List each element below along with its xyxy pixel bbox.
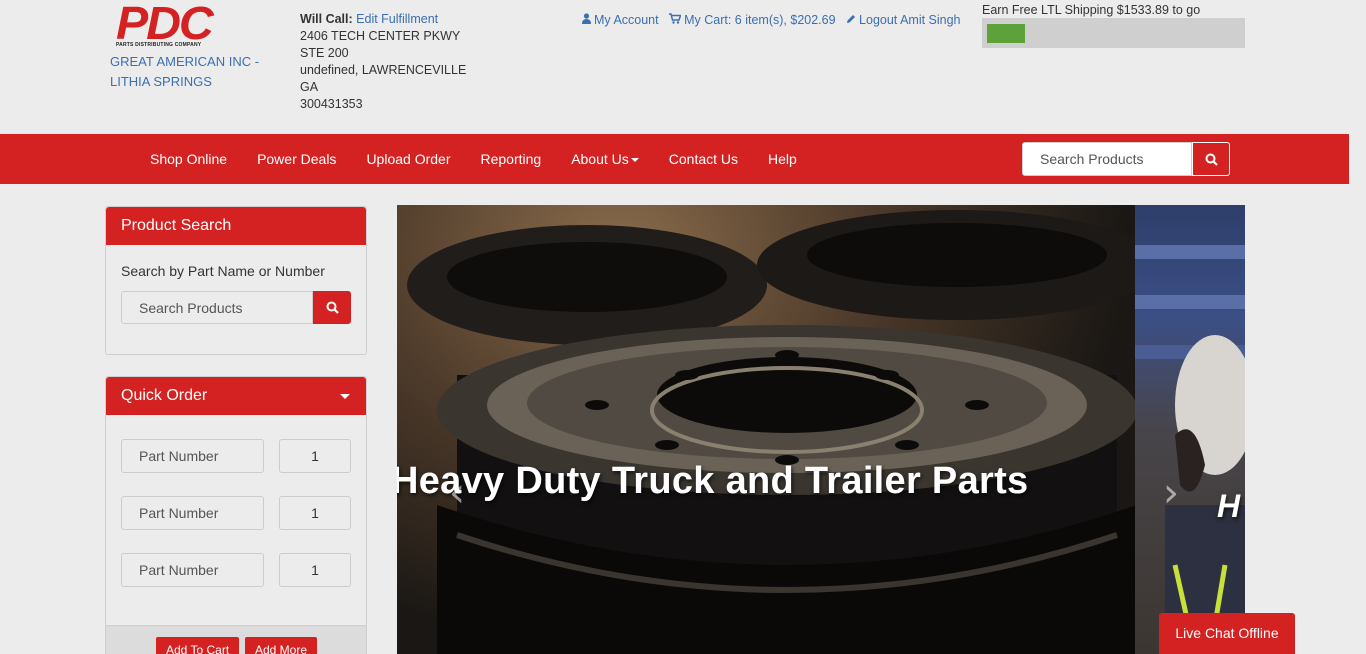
carousel-slide: Heavy Duty Truck and Trailer Parts ‹ bbox=[397, 205, 1135, 654]
nav-about-us[interactable]: About Us bbox=[556, 134, 654, 184]
address-line: STE 200 bbox=[300, 46, 349, 60]
logo-text: PDC bbox=[116, 0, 214, 49]
part-number-input[interactable] bbox=[121, 439, 264, 473]
will-call-block: Will Call: Edit Fulfillment 2406 TECH CE… bbox=[300, 11, 480, 113]
address-line: 300431353 bbox=[300, 97, 363, 111]
nav-reporting[interactable]: Reporting bbox=[465, 134, 556, 184]
logout-label: Logout Amit Singh bbox=[859, 13, 961, 27]
quantity-input[interactable] bbox=[279, 496, 351, 530]
hero-carousel[interactable]: Heavy Duty Truck and Trailer Parts ‹ H › bbox=[397, 205, 1245, 654]
product-search-title: Product Search bbox=[106, 207, 366, 245]
pdc-logo[interactable]: PDC PARTS DISTRIBUTING COMPANY bbox=[116, 0, 214, 48]
nav-about-us-label: About Us bbox=[571, 151, 629, 167]
user-icon bbox=[582, 13, 591, 24]
add-more-button[interactable]: Add More bbox=[245, 637, 318, 654]
edit-fulfillment-link[interactable]: Edit Fulfillment bbox=[356, 12, 438, 26]
product-search-button[interactable] bbox=[313, 291, 351, 324]
part-number-input[interactable] bbox=[121, 553, 264, 587]
search-icon bbox=[326, 301, 339, 314]
my-account-link[interactable]: My Account bbox=[582, 13, 662, 27]
brake-drum-image bbox=[407, 210, 1135, 654]
address-line: undefined, LAWRENCEVILLE bbox=[300, 63, 467, 77]
product-search-input[interactable] bbox=[121, 291, 313, 324]
company-name-link[interactable]: GREAT AMERICAN INC - LITHIA SPRINGS bbox=[110, 52, 270, 92]
chevron-down-icon bbox=[340, 394, 350, 399]
my-cart-link[interactable]: My Cart: 6 item(s), $202.69 bbox=[669, 13, 839, 27]
my-cart-label: My Cart: 6 item(s), $202.69 bbox=[684, 13, 836, 27]
part-number-input[interactable] bbox=[121, 496, 264, 530]
shipping-progress-fill bbox=[987, 24, 1025, 43]
live-chat-button[interactable]: Live Chat Offline bbox=[1159, 613, 1295, 654]
quick-order-row bbox=[121, 439, 351, 473]
carousel-slide: H › bbox=[1135, 205, 1245, 654]
chevron-left-icon[interactable]: ‹ bbox=[449, 470, 465, 516]
nav-help[interactable]: Help bbox=[753, 134, 812, 184]
nav-shop-online[interactable]: Shop Online bbox=[135, 134, 242, 184]
nav-search-button[interactable] bbox=[1192, 142, 1230, 176]
my-account-label: My Account bbox=[594, 13, 659, 27]
slide-caption: H bbox=[1217, 488, 1241, 524]
address-line: GA bbox=[300, 80, 319, 94]
pencil-icon bbox=[847, 15, 856, 23]
shipping-progress-bar bbox=[982, 18, 1245, 48]
free-shipping-text: Earn Free LTL Shipping $1533.89 to go bbox=[982, 3, 1201, 17]
free-shipping-meter: Earn Free LTL Shipping $1533.89 to go bbox=[982, 3, 1245, 48]
caret-down-icon bbox=[630, 158, 639, 163]
nav-contact-us[interactable]: Contact Us bbox=[654, 134, 753, 184]
quick-order-footer: Add To Cart Add More bbox=[106, 625, 366, 654]
product-search-label: Search by Part Name or Number bbox=[121, 263, 325, 279]
nav-search bbox=[1022, 142, 1230, 176]
quick-order-row bbox=[121, 496, 351, 530]
nav-search-input[interactable] bbox=[1022, 142, 1192, 176]
logout-link[interactable]: Logout Amit Singh bbox=[846, 13, 961, 27]
quick-order-header[interactable]: Quick Order bbox=[106, 377, 366, 415]
cart-icon bbox=[669, 13, 682, 24]
search-icon bbox=[1205, 153, 1218, 166]
quick-order-title: Quick Order bbox=[121, 387, 208, 404]
warehouse-worker-image bbox=[1135, 245, 1245, 654]
account-links: My Account My Cart: 6 item(s), $202.69 L… bbox=[582, 13, 968, 27]
add-to-cart-button[interactable]: Add To Cart bbox=[156, 637, 240, 654]
quick-order-panel: Quick Order Add To Cart Add More bbox=[105, 376, 367, 654]
nav-upload-order[interactable]: Upload Order bbox=[351, 134, 465, 184]
slide-caption: Heavy Duty Truck and Trailer Parts bbox=[397, 460, 1029, 502]
quantity-input[interactable] bbox=[279, 553, 351, 587]
quantity-input[interactable] bbox=[279, 439, 351, 473]
will-call-label: Will Call: bbox=[300, 12, 353, 26]
address-line: 2406 TECH CENTER PKWY bbox=[300, 29, 461, 43]
main-navbar: Shop Online Power Deals Upload Order Rep… bbox=[0, 134, 1349, 184]
chevron-right-icon[interactable]: › bbox=[1163, 470, 1179, 516]
nav-power-deals[interactable]: Power Deals bbox=[242, 134, 351, 184]
product-search-panel: Product Search Search by Part Name or Nu… bbox=[105, 206, 367, 355]
quick-order-row bbox=[121, 553, 351, 587]
